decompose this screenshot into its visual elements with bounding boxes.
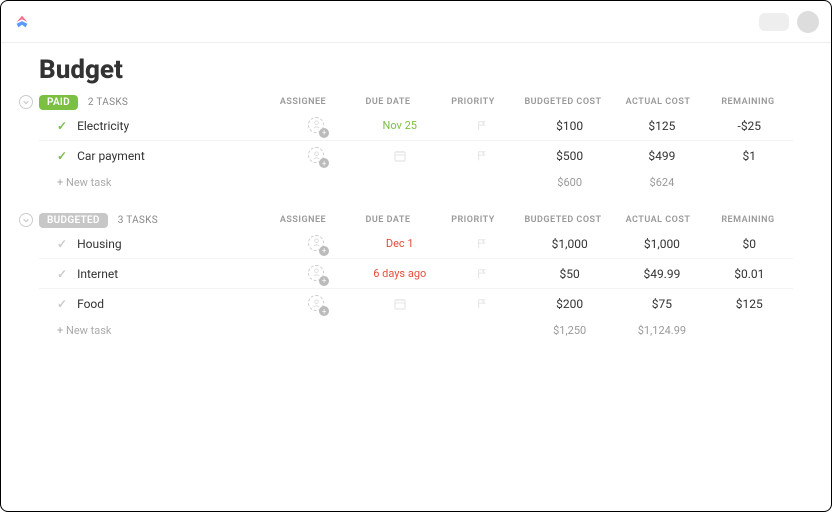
total-budget: $600	[521, 176, 618, 189]
new-task-button[interactable]: + New task	[39, 170, 521, 194]
total-actual: $1,124.99	[618, 324, 705, 337]
section-totals: + New task $600 $624	[39, 171, 793, 193]
header-assignee: ASSIGNEE	[263, 97, 343, 107]
section-badge[interactable]: PAID	[39, 95, 78, 110]
collapse-icon[interactable]	[19, 95, 33, 109]
assignee-icon[interactable]: +	[308, 235, 326, 253]
remaining: $125	[706, 297, 793, 311]
task-name: Food	[77, 297, 104, 311]
remaining: -$25	[706, 119, 793, 133]
actual-cost: $75	[618, 297, 705, 311]
check-icon[interactable]: ✓	[57, 237, 67, 251]
header-budget: BUDGETED COST	[513, 97, 613, 107]
avatar[interactable]	[797, 11, 819, 33]
task-name: Electricity	[77, 119, 129, 133]
task-row[interactable]: ✓ Housing + Dec 1 $1,000 $1,000 $0	[39, 229, 793, 259]
remaining: $0.01	[706, 267, 793, 281]
check-icon[interactable]: ✓	[57, 297, 67, 311]
check-icon[interactable]: ✓	[57, 119, 67, 133]
task-row[interactable]: ✓ Internet + 6 days ago $50 $49.99 $0.01	[39, 259, 793, 289]
header-actual: ACTUAL COST	[613, 215, 703, 225]
priority-flag-icon[interactable]	[443, 298, 521, 310]
topbar-right	[759, 11, 819, 33]
due-date[interactable]	[356, 297, 443, 311]
task-row[interactable]: ✓ Electricity + Nov 25 $100 $125 -$25	[39, 111, 793, 141]
actual-cost: $49.99	[618, 267, 705, 281]
header-remain: REMAINING	[703, 97, 793, 107]
priority-flag-icon[interactable]	[443, 238, 521, 250]
budgeted-cost: $200	[521, 297, 618, 311]
tasks-count: 3 TASKS	[118, 215, 158, 226]
remaining: $0	[706, 237, 793, 251]
due-date[interactable]: Nov 25	[356, 119, 443, 132]
actual-cost: $125	[618, 119, 705, 133]
new-task-button[interactable]: + New task	[39, 318, 521, 342]
topbar	[1, 1, 831, 43]
content: Budget PAID 2 TASKS ASSIGNEE DUE DATE PR…	[1, 43, 831, 341]
priority-flag-icon[interactable]	[443, 268, 521, 280]
budgeted-cost: $500	[521, 149, 618, 163]
task-name: Housing	[77, 237, 122, 251]
section-totals: + New task $1,250 $1,124.99	[39, 319, 793, 341]
priority-flag-icon[interactable]	[443, 120, 521, 132]
due-date[interactable]: Dec 1	[356, 237, 443, 250]
budgeted-cost: $100	[521, 119, 618, 133]
header-priority: PRIORITY	[433, 215, 513, 225]
section: BUDGETED 3 TASKS ASSIGNEE DUE DATE PRIOR…	[39, 211, 793, 341]
actual-cost: $499	[618, 149, 705, 163]
total-budget: $1,250	[521, 324, 618, 337]
header-due: DUE DATE	[343, 97, 433, 107]
assignee-icon[interactable]: +	[308, 295, 326, 313]
total-actual: $624	[618, 176, 705, 189]
collapse-icon[interactable]	[19, 213, 33, 227]
task-row[interactable]: ✓ Car payment + $500 $499 $1	[39, 141, 793, 171]
topbar-pill[interactable]	[759, 13, 789, 31]
header-priority: PRIORITY	[433, 97, 513, 107]
header-remain: REMAINING	[703, 215, 793, 225]
task-name: Car payment	[77, 149, 145, 163]
due-date[interactable]: 6 days ago	[356, 267, 443, 280]
header-actual: ACTUAL COST	[613, 97, 703, 107]
budgeted-cost: $50	[521, 267, 618, 281]
assignee-icon[interactable]: +	[308, 147, 326, 165]
page-title: Budget	[39, 55, 793, 85]
actual-cost: $1,000	[618, 237, 705, 251]
header-assignee: ASSIGNEE	[263, 215, 343, 225]
due-date[interactable]	[356, 149, 443, 163]
app-logo-icon	[13, 13, 31, 31]
priority-flag-icon[interactable]	[443, 150, 521, 162]
check-icon[interactable]: ✓	[57, 267, 67, 281]
section-badge[interactable]: BUDGETED	[39, 213, 108, 228]
check-icon[interactable]: ✓	[57, 149, 67, 163]
header-budget: BUDGETED COST	[513, 215, 613, 225]
header-due: DUE DATE	[343, 215, 433, 225]
assignee-icon[interactable]: +	[308, 265, 326, 283]
task-name: Internet	[77, 267, 118, 281]
task-row[interactable]: ✓ Food + $200 $75 $125	[39, 289, 793, 319]
budgeted-cost: $1,000	[521, 237, 618, 251]
assignee-icon[interactable]: +	[308, 117, 326, 135]
tasks-count: 2 TASKS	[88, 97, 128, 108]
section: PAID 2 TASKS ASSIGNEE DUE DATE PRIORITY …	[39, 93, 793, 193]
remaining: $1	[706, 149, 793, 163]
